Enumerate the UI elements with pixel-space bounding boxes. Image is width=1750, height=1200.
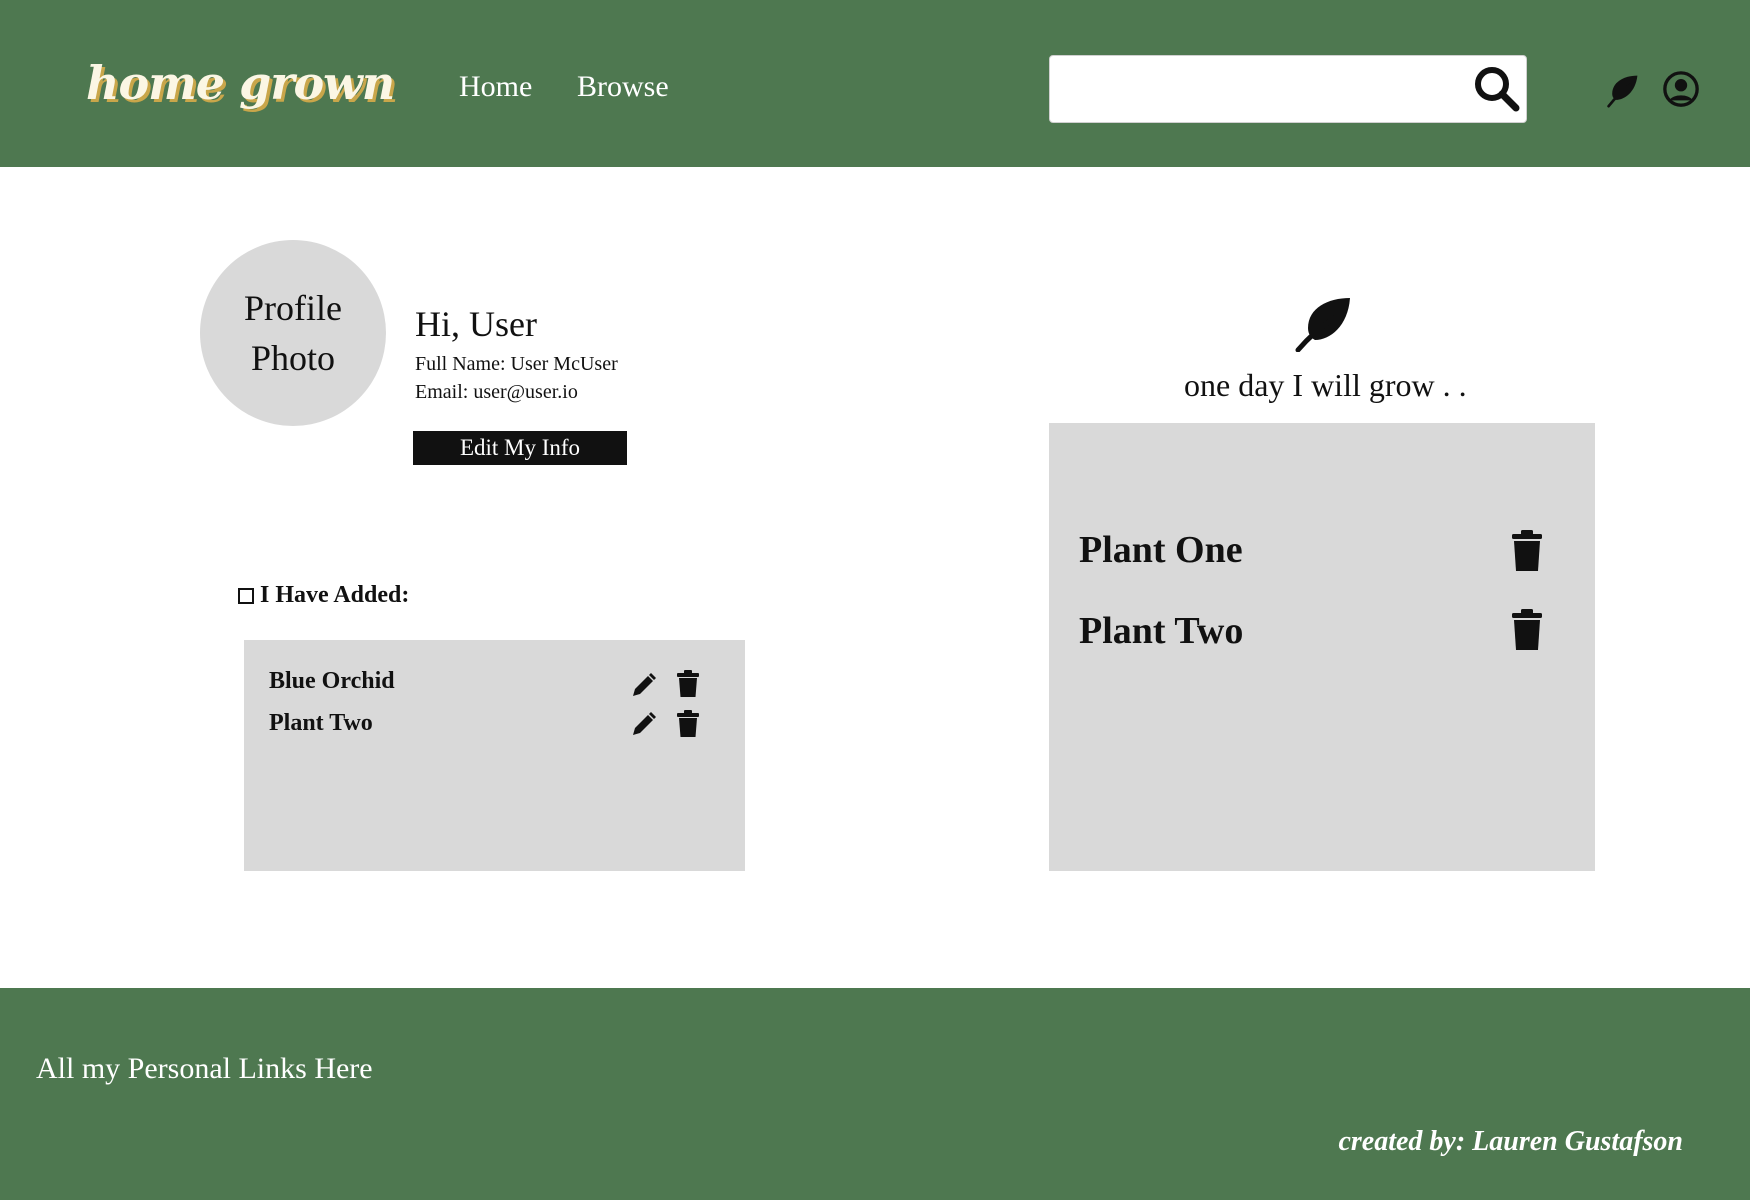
- nav-browse-link[interactable]: Browse: [577, 70, 669, 104]
- wishlist-list: Plant One Plant Two: [1049, 423, 1595, 871]
- list-item[interactable]: Plant One: [1079, 528, 1243, 572]
- footer-links[interactable]: All my Personal Links Here: [36, 1052, 373, 1086]
- site-footer: All my Personal Links Here created by: L…: [0, 988, 1750, 1200]
- profile-photo[interactable]: Profile Photo: [200, 240, 386, 426]
- full-name: Full Name: User McUser: [415, 353, 618, 375]
- search-icon[interactable]: [1472, 64, 1522, 114]
- site-logo[interactable]: home grown: [86, 56, 395, 110]
- profile-photo-label: Profile Photo: [244, 288, 342, 378]
- leaf-icon[interactable]: [1605, 72, 1641, 108]
- search-input[interactable]: [1062, 64, 1462, 114]
- trash-icon[interactable]: [674, 709, 702, 739]
- leaf-icon: [1295, 298, 1350, 352]
- nav-home-link[interactable]: Home: [459, 70, 532, 104]
- pencil-icon[interactable]: [629, 670, 657, 700]
- list-item[interactable]: Plant Two: [269, 710, 373, 737]
- wishlist-title: one day I will grow . .: [1184, 367, 1467, 403]
- footer-credit: created by: Lauren Gustafson: [1338, 1126, 1683, 1157]
- trash-icon[interactable]: [674, 669, 702, 699]
- list-item[interactable]: Plant Two: [1079, 609, 1243, 653]
- trash-icon[interactable]: [1509, 529, 1545, 573]
- user-icon[interactable]: [1662, 70, 1700, 108]
- added-heading-label: I Have Added:: [260, 582, 410, 608]
- edit-info-button[interactable]: Edit My Info: [413, 431, 627, 465]
- search-box: [1049, 55, 1527, 123]
- site-header: home grown Home Browse: [0, 0, 1750, 167]
- email: Email: user@user.io: [415, 381, 578, 403]
- greeting: Hi, User: [415, 304, 537, 344]
- added-list: Blue Orchid Plant Two: [244, 640, 745, 871]
- pencil-icon[interactable]: [629, 709, 657, 739]
- list-item[interactable]: Blue Orchid: [269, 668, 395, 695]
- added-heading: I Have Added:: [238, 582, 409, 609]
- added-checkbox[interactable]: [238, 587, 254, 604]
- trash-icon[interactable]: [1509, 608, 1545, 652]
